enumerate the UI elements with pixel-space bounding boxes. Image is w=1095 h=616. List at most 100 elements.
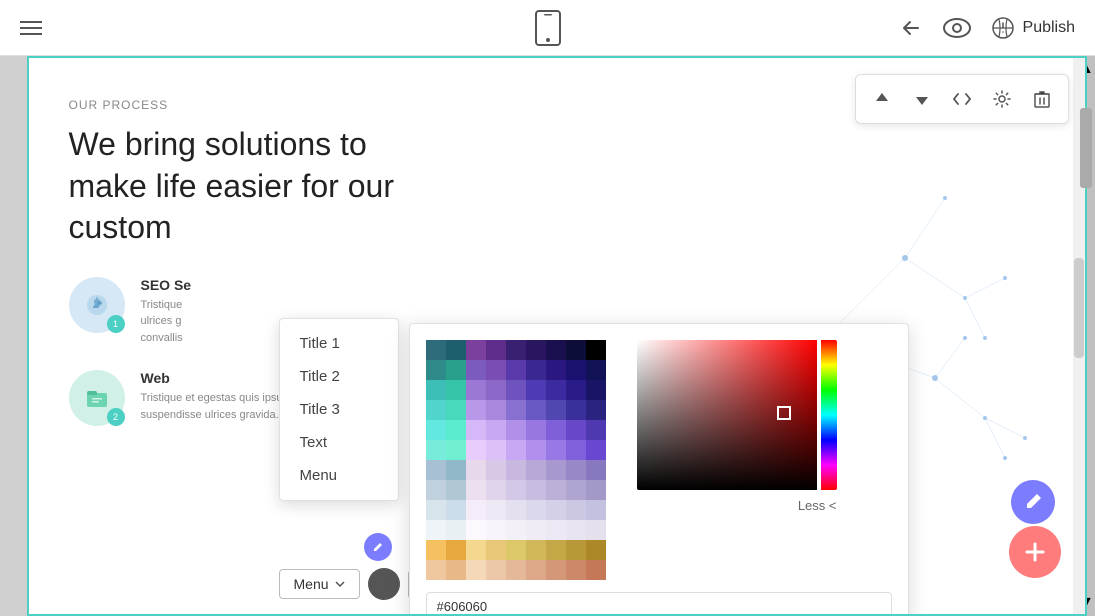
color-swatch[interactable] <box>586 520 606 540</box>
color-swatch[interactable] <box>446 480 466 500</box>
color-hex-input[interactable] <box>426 592 892 616</box>
color-swatch[interactable] <box>486 360 506 380</box>
color-swatch[interactable] <box>546 480 566 500</box>
settings-button[interactable] <box>984 81 1020 117</box>
color-swatch[interactable] <box>446 400 466 420</box>
move-down-button[interactable] <box>904 81 940 117</box>
color-swatch[interactable] <box>506 440 526 460</box>
color-swatch[interactable] <box>566 540 586 560</box>
outer-scrollbar[interactable]: ▲ ▼ <box>1077 56 1095 616</box>
fab-add-button[interactable] <box>1009 526 1061 578</box>
color-swatch[interactable] <box>486 560 506 580</box>
color-swatch[interactable] <box>506 340 526 360</box>
color-swatch[interactable] <box>586 560 606 580</box>
color-swatch[interactable] <box>446 520 466 540</box>
fab-edit-button[interactable] <box>1011 480 1055 524</box>
color-swatch[interactable] <box>546 380 566 400</box>
color-swatch[interactable] <box>506 520 526 540</box>
color-swatch[interactable] <box>546 540 566 560</box>
color-swatch[interactable] <box>546 440 566 460</box>
color-swatch[interactable] <box>506 400 526 420</box>
color-swatch[interactable] <box>586 480 606 500</box>
color-swatch[interactable] <box>426 500 446 520</box>
color-swatch[interactable] <box>466 380 486 400</box>
dropdown-item-title2[interactable]: Title 2 <box>280 360 398 393</box>
color-swatch[interactable] <box>466 520 486 540</box>
color-swatch[interactable] <box>446 540 466 560</box>
color-swatch[interactable] <box>446 420 466 440</box>
color-swatch[interactable] <box>586 380 606 400</box>
color-swatch[interactable] <box>566 560 586 580</box>
color-swatch[interactable] <box>566 520 586 540</box>
color-swatch[interactable] <box>506 380 526 400</box>
color-swatch[interactable] <box>526 380 546 400</box>
color-swatch[interactable] <box>466 560 486 580</box>
color-swatch[interactable] <box>546 400 566 420</box>
color-swatch[interactable] <box>466 540 486 560</box>
color-swatch[interactable] <box>466 340 486 360</box>
color-swatch[interactable] <box>506 480 526 500</box>
color-swatch[interactable] <box>586 440 606 460</box>
color-swatch[interactable] <box>466 440 486 460</box>
color-swatch[interactable] <box>466 460 486 480</box>
color-swatch[interactable] <box>446 440 466 460</box>
color-swatch[interactable] <box>566 460 586 480</box>
code-button[interactable] <box>944 81 980 117</box>
color-swatch[interactable] <box>506 360 526 380</box>
hamburger-button[interactable] <box>20 21 42 35</box>
color-swatch[interactable] <box>586 400 606 420</box>
color-swatch[interactable] <box>426 400 446 420</box>
dropdown-menu[interactable]: Title 1 Title 2 Title 3 Text Menu <box>279 318 399 501</box>
color-swatch[interactable] <box>506 420 526 440</box>
color-swatch[interactable] <box>546 500 566 520</box>
color-swatch[interactable] <box>546 520 566 540</box>
color-swatch[interactable] <box>586 340 606 360</box>
color-swatch[interactable] <box>526 480 546 500</box>
color-swatch[interactable] <box>546 420 566 440</box>
color-swatch[interactable] <box>486 520 506 540</box>
color-swatch[interactable] <box>586 460 606 480</box>
color-swatch[interactable] <box>546 360 566 380</box>
color-swatch[interactable] <box>586 420 606 440</box>
color-swatch[interactable] <box>486 460 506 480</box>
color-swatch[interactable] <box>566 340 586 360</box>
color-swatch[interactable] <box>446 500 466 520</box>
color-swatch[interactable] <box>426 380 446 400</box>
color-swatch[interactable] <box>526 500 546 520</box>
color-swatch[interactable] <box>486 500 506 520</box>
gradient-picker[interactable] <box>637 340 837 490</box>
back-button[interactable] <box>899 16 923 40</box>
color-swatch[interactable] <box>486 440 506 460</box>
color-swatch[interactable] <box>526 360 546 380</box>
color-swatch[interactable] <box>526 400 546 420</box>
color-swatch[interactable] <box>586 500 606 520</box>
color-swatch[interactable] <box>526 420 546 440</box>
dropdown-item-title3[interactable]: Title 3 <box>280 393 398 426</box>
color-swatch[interactable] <box>466 500 486 520</box>
color-swatch[interactable] <box>426 440 446 460</box>
color-swatch[interactable] <box>426 420 446 440</box>
color-swatch[interactable] <box>466 360 486 380</box>
dropdown-item-title1[interactable]: Title 1 <box>280 327 398 360</box>
delete-button[interactable] <box>1024 81 1060 117</box>
color-swatch[interactable] <box>506 460 526 480</box>
color-swatch[interactable] <box>566 500 586 520</box>
color-swatch[interactable] <box>446 560 466 580</box>
color-swatch[interactable] <box>566 440 586 460</box>
color-swatch[interactable] <box>426 480 446 500</box>
hue-bar[interactable] <box>821 340 837 490</box>
color-swatch[interactable] <box>426 360 446 380</box>
menu-dropdown-button[interactable]: Menu <box>279 569 360 599</box>
edit-overlay[interactable] <box>364 533 392 561</box>
color-swatch[interactable] <box>446 360 466 380</box>
color-swatch[interactable] <box>486 480 506 500</box>
color-swatch[interactable] <box>506 540 526 560</box>
outer-scroll-thumb[interactable] <box>1080 108 1092 188</box>
less-button[interactable]: Less < <box>637 498 837 513</box>
color-swatch[interactable] <box>486 420 506 440</box>
color-swatch[interactable] <box>446 340 466 360</box>
dropdown-item-menu[interactable]: Menu <box>280 459 398 492</box>
color-swatch[interactable] <box>586 540 606 560</box>
color-swatch[interactable] <box>446 460 466 480</box>
color-swatch[interactable] <box>426 540 446 560</box>
